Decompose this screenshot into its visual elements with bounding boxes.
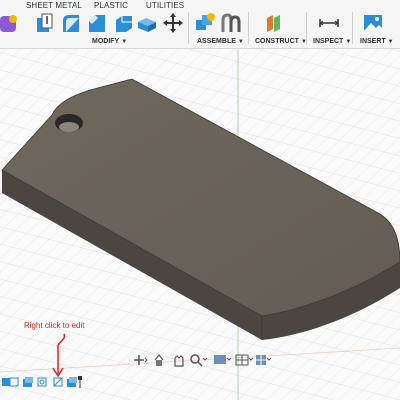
measure-icon[interactable] (318, 12, 340, 34)
hole-feature[interactable] (55, 114, 83, 132)
toolbar-divider (188, 12, 189, 44)
group-assemble[interactable]: ASSEMBLE ▼ (197, 38, 244, 45)
toolbar-divider (248, 12, 249, 44)
timeline-extrude-icon[interactable] (22, 376, 34, 388)
group-insert[interactable]: INSERT ▼ (360, 38, 394, 45)
press-pull-icon[interactable] (34, 12, 56, 34)
group-inspect[interactable]: INSPECT ▼ (313, 38, 351, 45)
tab-sheet-metal[interactable]: SHEET METAL (26, 1, 82, 10)
toolbar: SHEET METAL PLASTIC UTILITIES MODIFY ▼ A… (0, 0, 400, 49)
timeline-sketch-icon[interactable] (36, 376, 48, 388)
tab-utilities[interactable]: UTILITIES (146, 1, 184, 10)
viewports-icon[interactable] (254, 352, 272, 368)
chamfer-icon[interactable] (86, 12, 108, 34)
offset-plane-icon[interactable] (264, 12, 286, 34)
move-icon[interactable] (162, 12, 184, 34)
pan-icon[interactable] (150, 352, 168, 368)
joint-icon[interactable] (220, 12, 242, 34)
fillet-icon[interactable] (60, 12, 82, 34)
timeline-sketch-icon[interactable] (8, 376, 20, 388)
canvas-viewport[interactable] (0, 49, 400, 400)
orbit-icon[interactable] (130, 352, 148, 368)
annotation-text: Right click to edit (24, 321, 85, 330)
grid-settings-icon[interactable] (234, 352, 254, 368)
group-construct[interactable]: CONSTRUCT ▼ (255, 38, 307, 45)
toolbar-divider (352, 12, 353, 44)
create-form-icon[interactable] (0, 14, 18, 36)
tab-plastic[interactable]: PLASTIC (94, 1, 128, 10)
zoom-icon[interactable] (188, 352, 208, 368)
insert-image-icon[interactable] (362, 12, 384, 34)
timeline-marker-icon[interactable] (76, 376, 84, 388)
display-settings-icon[interactable] (212, 352, 232, 368)
group-modify[interactable]: MODIFY ▼ (92, 38, 127, 45)
scale-icon[interactable] (136, 12, 158, 34)
new-component-icon[interactable] (194, 12, 216, 34)
toolbar-divider (306, 12, 307, 44)
timeline-sketch-icon[interactable] (52, 376, 64, 388)
navigation-bar (130, 352, 272, 368)
shell-icon[interactable] (112, 12, 134, 34)
timeline (0, 374, 90, 394)
look-at-icon[interactable] (170, 352, 188, 368)
